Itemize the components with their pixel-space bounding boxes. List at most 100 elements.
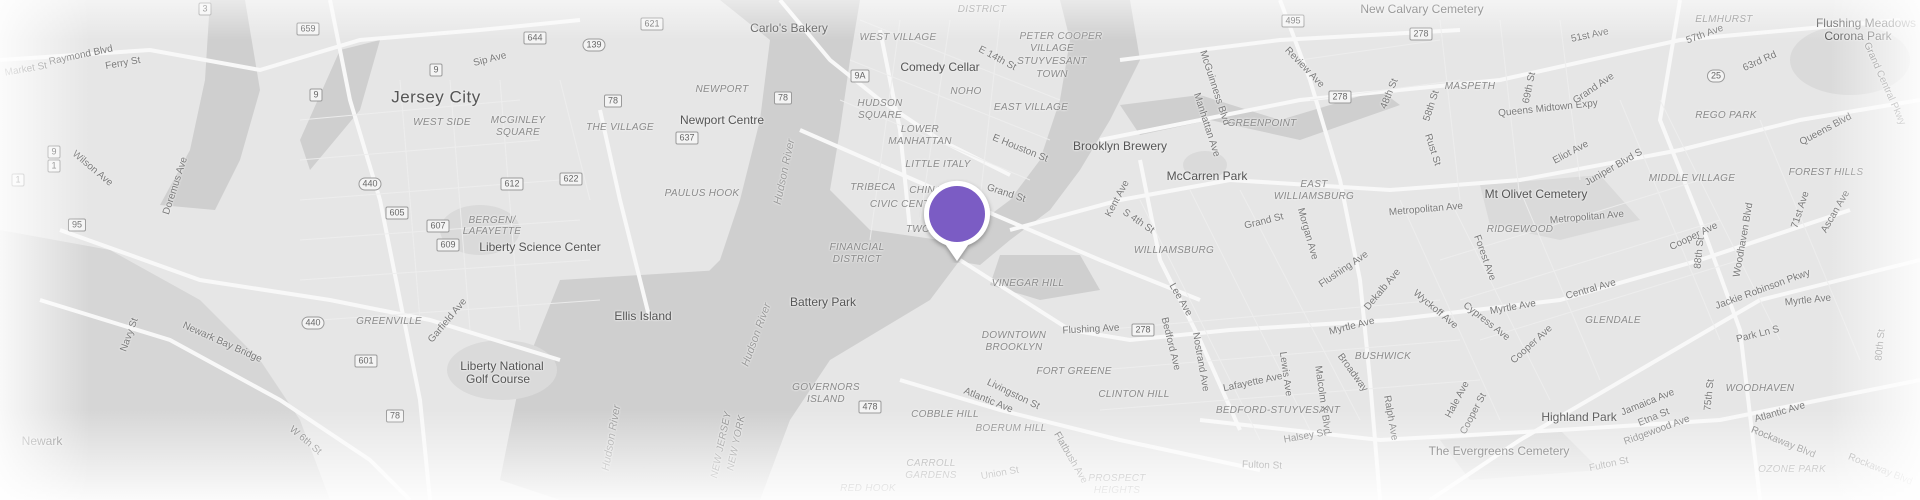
shield-495: 495: [1281, 14, 1305, 28]
label-tribeca: TRIBECA: [850, 182, 896, 193]
shield-637: 637: [675, 131, 699, 145]
shield-612: 612: [500, 177, 524, 191]
label-mt-olivet-cemetery[interactable]: Mt Olivet Cemetery: [1485, 188, 1588, 200]
label-williamsburg: WILLIAMSBURG: [1133, 245, 1215, 256]
label-ellis-island[interactable]: Ellis Island: [614, 310, 671, 322]
shield-278c: 278: [1409, 27, 1433, 41]
map-canvas[interactable]: Jersey City Newport Centre Liberty Scien…: [0, 0, 1920, 500]
shield-1b: 1: [47, 159, 61, 173]
shield-139: 139: [582, 38, 606, 52]
label-liberty-science-center[interactable]: Liberty Science Center: [479, 241, 600, 253]
label-woodhaven: WOODHAVEN: [1725, 383, 1795, 394]
label-mccarren-park[interactable]: McCarren Park: [1167, 170, 1248, 182]
label-fort-greene: FORT GREENE: [1036, 366, 1112, 377]
label-stuyvesant: STUYVESANT: [1017, 56, 1087, 67]
label-clinton-hill: CLINTON HILL: [1098, 389, 1170, 400]
label-downtown: DOWNTOWN: [981, 330, 1047, 341]
label-lower: LOWER: [900, 124, 940, 135]
label-paulus-hook: PAULUS HOOK: [664, 188, 740, 199]
label-ridgewood: RIDGEWOOD: [1486, 224, 1554, 235]
label-corona-park[interactable]: Corona Park: [1824, 30, 1891, 42]
shield-3: 3: [198, 2, 212, 16]
label-newport: NEWPORT: [695, 84, 749, 95]
label-east-village: EAST VILLAGE: [993, 102, 1069, 113]
label-lafayette: LAFAYETTE: [462, 226, 522, 237]
label-governors: GOVERNORS: [792, 382, 860, 393]
label-flushing-meadows[interactable]: Flushing Meadows: [1816, 17, 1916, 29]
label-governors-island: ISLAND: [807, 394, 845, 405]
label-evergreens-cemetery[interactable]: The Evergreens Cemetery: [1429, 445, 1570, 457]
label-newark[interactable]: Newark: [22, 435, 63, 447]
label-comedy-cellar[interactable]: Comedy Cellar: [900, 61, 979, 73]
label-brooklyn-brewery[interactable]: Brooklyn Brewery: [1073, 140, 1167, 152]
label-mcginley-square: SQUARE: [495, 127, 541, 138]
label-rego-park: REGO PARK: [1695, 110, 1757, 121]
shield-440a: 440: [358, 177, 382, 191]
label-the-village: THE VILLAGE: [586, 122, 654, 133]
shield-621: 621: [640, 17, 664, 31]
label-peter-cooper-village: VILLAGE: [1030, 43, 1074, 54]
label-carroll-gardens: GARDENS: [905, 470, 957, 481]
shield-9a: 9A: [850, 69, 870, 83]
label-carroll: CARROLL: [906, 458, 956, 469]
label-financial-district: DISTRICT: [832, 254, 882, 265]
label-district-top: DISTRICT: [957, 4, 1007, 15]
label-hudson: HUDSON: [857, 98, 903, 109]
label-mcginley: MCGINLEY: [490, 115, 546, 126]
label-cobble-hill: COBBLE HILL: [911, 409, 979, 420]
shield-1: 1: [11, 173, 25, 187]
shield-659: 659: [296, 22, 320, 36]
shield-9c: 9: [47, 145, 61, 159]
shield-609: 609: [436, 238, 460, 252]
label-peter-cooper: PETER COOPER: [1019, 31, 1103, 42]
shield-605: 605: [385, 206, 409, 220]
label-little-italy: LITTLE ITALY: [905, 159, 971, 170]
shield-607: 607: [426, 219, 450, 233]
label-maspeth: MASPETH: [1444, 81, 1496, 92]
shield-95: 95: [67, 218, 87, 232]
shield-601: 601: [354, 354, 378, 368]
label-vinegar-hill: VINEGAR HILL: [991, 278, 1065, 289]
label-red-hook: RED HOOK: [840, 483, 896, 494]
shield-9-bp: 9: [429, 63, 443, 77]
label-battery-park[interactable]: Battery Park: [790, 296, 856, 308]
label-boerum-hill: BOERUM HILL: [975, 423, 1047, 434]
label-stuyvesant-town: TOWN: [1036, 69, 1068, 80]
shield-644: 644: [523, 31, 547, 45]
label-prospect-heights: HEIGHTS: [1093, 485, 1141, 496]
label-elmhurst: ELMHURST: [1695, 14, 1753, 25]
shield-478: 478: [858, 400, 882, 414]
label-prospect: PROSPECT: [1088, 473, 1146, 484]
label-glendale: GLENDALE: [1585, 315, 1641, 326]
shield-78c: 78: [385, 409, 405, 423]
label-ozone-park: OZONE PARK: [1758, 464, 1826, 475]
label-newport-centre[interactable]: Newport Centre: [680, 114, 764, 126]
label-greenpoint: GREENPOINT: [1227, 118, 1297, 129]
label-west-side: WEST SIDE: [413, 117, 471, 128]
label-east: EAST: [1300, 179, 1328, 190]
label-bushwick: BUSHWICK: [1354, 351, 1412, 362]
label-carlos-bakery[interactable]: Carlo's Bakery: [750, 22, 828, 34]
label-fulton-st: Fulton St: [1241, 459, 1283, 472]
label-lower-manhattan: MANHATTAN: [888, 136, 952, 147]
label-liberty-national[interactable]: Liberty National: [460, 360, 543, 372]
label-jersey-city: Jersey City: [391, 87, 481, 107]
label-hudson-square: SQUARE: [857, 110, 903, 121]
label-greenville: GREENVILLE: [356, 316, 422, 327]
label-bergen: BERGEN/: [468, 215, 516, 226]
map-pin-icon: [924, 180, 990, 261]
label-downtown-brooklyn: BROOKLYN: [985, 342, 1043, 353]
shield-78b: 78: [773, 91, 793, 105]
shield-278b: 278: [1328, 90, 1352, 104]
label-west-village: WEST VILLAGE: [859, 32, 937, 43]
label-noho: NOHO: [950, 86, 982, 97]
label-highland-park[interactable]: Highland Park: [1541, 411, 1616, 423]
shield-78a: 78: [603, 94, 623, 108]
shield-278a: 278: [1131, 323, 1155, 337]
shield-622: 622: [559, 172, 583, 186]
label-golf-course[interactable]: Golf Course: [466, 373, 530, 385]
label-new-calvary-cemetery[interactable]: New Calvary Cemetery: [1360, 3, 1483, 15]
label-east-williamsburg: WILLIAMSBURG: [1273, 191, 1355, 202]
location-pin-marker[interactable]: [915, 179, 999, 263]
label-financial: FINANCIAL: [829, 242, 885, 253]
